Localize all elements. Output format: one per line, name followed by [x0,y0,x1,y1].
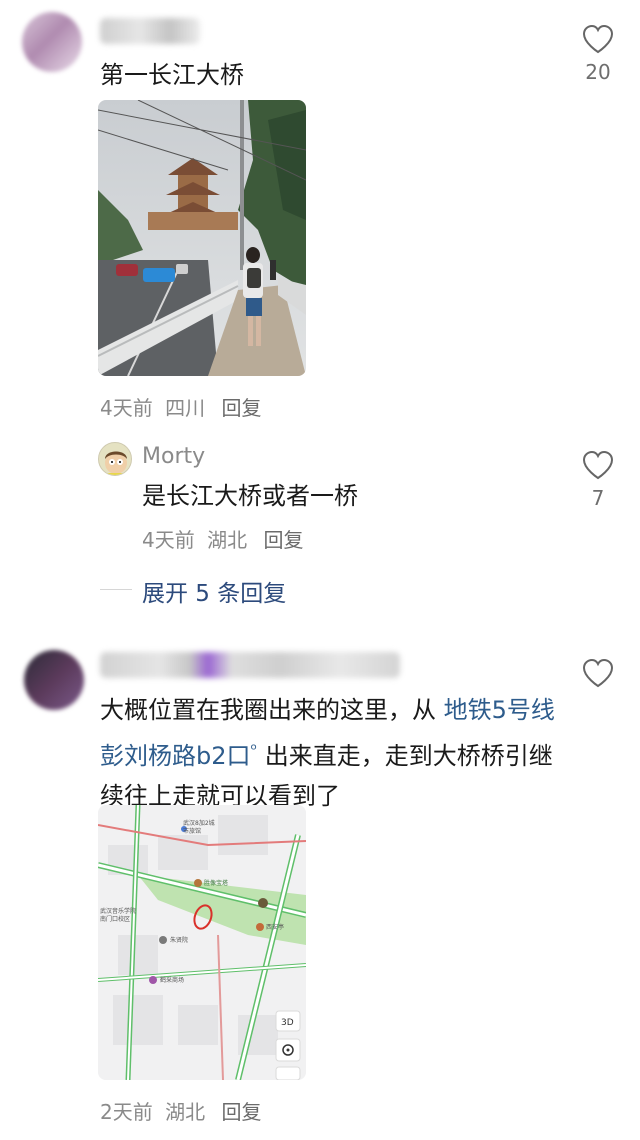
comment-2: 大概位置在我圈出来的这里，从 地铁5号线彭刘杨路b2口ᵒ 出来直走，走到大桥桥引… [0,640,640,1140]
heart-icon [582,450,614,480]
map-label: 胜像宝塔 [204,879,228,887]
reply-location: 湖北 [207,528,248,552]
map-label: 武汉8加2城 [183,819,215,827]
like-count: 20 [585,60,611,84]
map-label: 南门口校区 [100,915,130,923]
comment-map-image[interactable]: 武汉8加2城 市旅馆 胜像宝塔 西安亭 武汉音乐学院 南门口校区 朱贤院 鹤采商… [98,805,306,1080]
avatar[interactable] [24,650,84,710]
expand-replies-button[interactable]: 展开 5 条回复 [142,574,286,608]
map-image: 武汉8加2城 市旅馆 胜像宝塔 西安亭 武汉音乐学院 南门口校区 朱贤院 鹤采商… [98,805,306,1080]
reply-time: 4天前 [142,528,195,552]
expand-divider [100,589,132,590]
comment-location: 四川 [165,396,206,420]
reply-button[interactable]: 回复 [221,396,261,420]
comment-time: 2天前 [100,1100,153,1124]
comment-location: 湖北 [165,1100,206,1124]
morty-avatar-image [105,451,127,475]
username-blurred[interactable] [100,18,200,44]
username-blurred[interactable] [100,652,400,678]
reply-meta: 4天前 湖北 回复 [142,524,303,553]
like-button[interactable] [576,658,620,688]
reply-1: Morty 是长江大桥或者一桥 4天前 湖北 回复 7 [0,430,640,560]
comment-1: 第一长江大桥 4天前 四川 回复 20 [0,0,640,430]
comment-text: 第一长江大桥 [100,61,244,89]
like-button[interactable]: 7 [576,450,620,510]
comment-photo[interactable] [98,100,306,376]
bridge-photo-image [98,100,306,376]
like-count: 7 [591,486,605,510]
map-label: 朱贤院 [170,936,188,944]
comment-text: 大概位置在我圈出来的这里，从 地铁5号线彭刘杨路b2口ᵒ 出来直走，走到大桥桥引… [100,690,560,816]
comment-time: 4天前 [100,396,153,420]
avatar-morty[interactable] [98,442,132,476]
avatar[interactable] [22,12,82,72]
map-label: 西安亭 [266,923,284,931]
comment-meta: 4天前 四川 回复 [100,392,261,421]
heart-icon [582,24,614,54]
reply-username[interactable]: Morty [142,444,205,469]
map-label: 市旅馆 [183,827,201,835]
map-label: 武汉音乐学院 [100,907,136,915]
reply-button[interactable]: 回复 [221,1100,261,1124]
reply-text: 是长江大桥或者一桥 [142,482,358,510]
reply-button[interactable]: 回复 [263,528,303,552]
comment-text-part: 大概位置在我圈出来的这里，从 [100,696,444,724]
like-button[interactable]: 20 [576,24,620,84]
map-label: 鹤采商场 [160,976,184,984]
comment-meta: 2天前 湖北 回复 [100,1096,261,1125]
heart-icon [582,658,614,688]
map-3d-label: 3D [281,1018,294,1028]
